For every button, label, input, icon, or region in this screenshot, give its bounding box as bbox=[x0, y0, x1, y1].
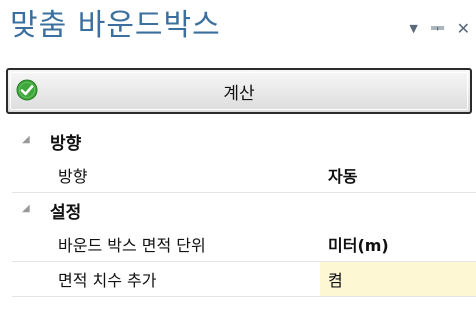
category-label: 설정 bbox=[50, 202, 82, 223]
property-row-direction[interactable]: 방향 자동 bbox=[12, 158, 476, 193]
property-name: 바운드 박스 면적 단위 bbox=[58, 236, 206, 255]
collapse-arrow-icon[interactable]: ◢ bbox=[22, 204, 32, 214]
property-value[interactable]: 미터(m) bbox=[320, 227, 476, 261]
property-grid: ◢ 방향 방향 자동 ◢ 설정 바운드 박스 면적 단위 미터(m) 면적 치수… bbox=[12, 124, 476, 297]
close-icon[interactable]: ✕ bbox=[457, 20, 470, 38]
property-value[interactable]: 켬 bbox=[320, 262, 476, 296]
panel-title-bar: 맞춤 바운드박스 ▼ ᆍ ✕ bbox=[0, 0, 476, 58]
category-row-direction[interactable]: ◢ 방향 bbox=[12, 124, 476, 158]
panel-title: 맞춤 바운드박스 bbox=[10, 8, 221, 43]
property-name: 면적 치수 추가 bbox=[58, 271, 157, 290]
property-name: 방향 bbox=[58, 167, 88, 186]
calculate-button[interactable]: 계산 bbox=[6, 68, 472, 114]
property-row-area-unit[interactable]: 바운드 박스 면적 단위 미터(m) bbox=[12, 227, 476, 262]
property-value[interactable]: 자동 bbox=[320, 158, 476, 192]
calculate-button-label: 계산 bbox=[223, 83, 255, 104]
property-row-add-area-dimension[interactable]: 면적 치수 추가 켬 bbox=[12, 262, 476, 297]
category-row-settings[interactable]: ◢ 설정 bbox=[12, 193, 476, 227]
panel-window-controls: ▼ ᆍ ✕ bbox=[409, 20, 470, 38]
collapse-arrow-icon[interactable]: ◢ bbox=[22, 135, 32, 145]
category-label: 방향 bbox=[50, 133, 82, 154]
dropdown-icon[interactable]: ▼ bbox=[409, 20, 417, 38]
pin-icon[interactable]: ᆍ bbox=[430, 20, 445, 38]
